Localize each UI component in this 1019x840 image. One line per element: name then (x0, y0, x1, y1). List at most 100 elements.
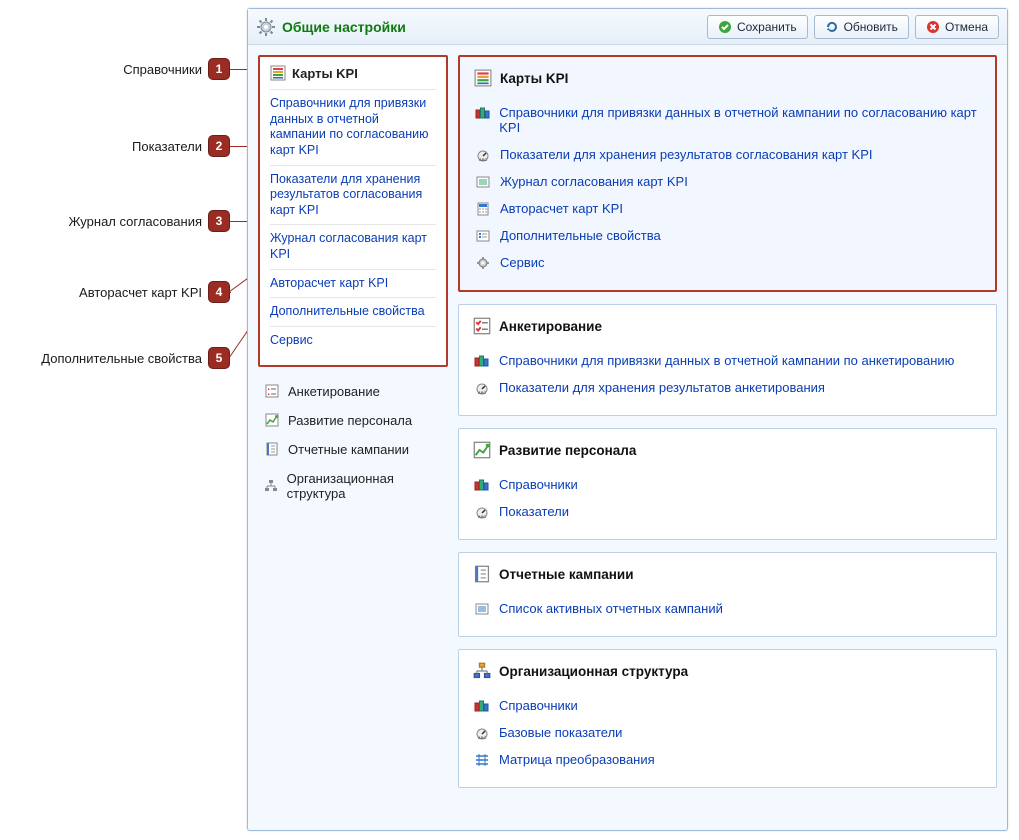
sidebar-expanded-header[interactable]: Карты KPI (270, 65, 436, 81)
panel-header: Анкетирование (473, 317, 982, 335)
kpi-cards-icon (474, 69, 492, 87)
panel-item[interactable]: Список активных отчетных кампаний (473, 595, 982, 622)
annotation-badge: 2 (208, 135, 230, 157)
journal-icon (474, 175, 492, 189)
books-icon (473, 699, 491, 713)
kpi-cards-icon (270, 65, 286, 81)
panel-item[interactable]: Справочники (473, 692, 982, 719)
main-area: Карты KPI Справочники для привязки данны… (458, 55, 997, 820)
panel-development: Развитие персонала Справочники ABCПоказа… (458, 428, 997, 540)
checklist-icon (473, 317, 491, 335)
annotation-badge: 4 (208, 281, 230, 303)
titlebar: Общие настройки Сохранить Обновить Отмен… (248, 9, 1007, 45)
list-icon (473, 602, 491, 616)
window-title: Общие настройки (282, 19, 406, 35)
books-icon (474, 106, 491, 120)
checklist-icon (264, 384, 280, 398)
panel-item[interactable]: ABC Показатели для хранения результатов с… (474, 141, 981, 168)
annotation-label: Показатели (132, 139, 202, 154)
panel-item[interactable]: ABC Показатели (473, 498, 982, 525)
sidebar-item-survey[interactable]: Анкетирование (258, 377, 448, 406)
matrix-icon (473, 753, 491, 767)
annotation-label: Справочники (123, 62, 202, 77)
panel-item-label: Показатели для хранения результатов анке… (499, 380, 825, 395)
svg-text:ABC: ABC (478, 390, 486, 395)
sidebar-item-orgstructure[interactable]: Организационная структура (258, 464, 448, 508)
panel-item[interactable]: Сервис (474, 249, 981, 276)
growth-chart-icon (473, 441, 491, 459)
panel-item-label: Справочники для привязки данных в отчетн… (499, 105, 981, 135)
sidebar-item-label: Организационная структура (287, 471, 442, 501)
calculator-icon (474, 202, 492, 216)
panel-item[interactable]: Справочники для привязки данных в отчетн… (474, 99, 981, 141)
panel-item[interactable]: Справочники (473, 471, 982, 498)
gauge-icon: ABC (474, 148, 492, 162)
panel-item-label: Журнал согласования карт KPI (500, 174, 688, 189)
gear-icon (256, 17, 276, 37)
sidebar-link[interactable]: Справочники для привязки данных в отчетн… (270, 89, 436, 165)
gear-icon (474, 256, 492, 270)
panel-item[interactable]: Журнал согласования карт KPI (474, 168, 981, 195)
annotation-badge: 5 (208, 347, 230, 369)
sidebar-item-label: Развитие персонала (288, 413, 412, 428)
notebook-icon (473, 565, 491, 583)
sidebar-link[interactable]: Авторасчет карт KPI (270, 269, 436, 298)
books-icon (473, 478, 491, 492)
growth-chart-icon (264, 413, 280, 427)
check-circle-icon (718, 20, 732, 34)
refresh-button[interactable]: Обновить (814, 15, 909, 39)
svg-text:ABC: ABC (478, 514, 486, 519)
sidebar-link[interactable]: Сервис (270, 326, 436, 355)
panel-item[interactable]: Матрица преобразования (473, 746, 982, 773)
panel-item-label: Справочники (499, 477, 578, 492)
panel-item-label: Сервис (500, 255, 545, 270)
panel-orgstructure: Организационная структура Справочники AB… (458, 649, 997, 788)
sidebar-item-development[interactable]: Развитие персонала (258, 406, 448, 435)
sidebar-item-reports[interactable]: Отчетные кампании (258, 435, 448, 464)
panel-item-label: Список активных отчетных кампаний (499, 601, 723, 616)
panel-item-label: Справочники (499, 698, 578, 713)
panel-item[interactable]: Авторасчет карт KPI (474, 195, 981, 222)
panel-item-label: Показатели для хранения результатов согл… (500, 147, 873, 162)
panel-item-label: Показатели (499, 504, 569, 519)
sidebar-expanded-kpi: Карты KPI Справочники для привязки данны… (258, 55, 448, 367)
annotation-label: Дополнительные свойства (41, 351, 202, 366)
panel-kpi-cards: Карты KPI Справочники для привязки данны… (458, 55, 997, 292)
sidebar-link[interactable]: Журнал согласования карт KPI (270, 224, 436, 268)
panel-report-campaigns: Отчетные кампании Список активных отчетн… (458, 552, 997, 637)
sidebar-link[interactable]: Дополнительные свойства (270, 297, 436, 326)
save-button[interactable]: Сохранить (707, 15, 808, 39)
panel-item-label: Матрица преобразования (499, 752, 655, 767)
panel-header: Организационная структура (473, 662, 982, 680)
panel-item[interactable]: Дополнительные свойства (474, 222, 981, 249)
panel-header: Отчетные кампании (473, 565, 982, 583)
org-chart-icon (473, 662, 491, 680)
annotation-badge: 3 (208, 210, 230, 232)
panel-item-label: Справочники для привязки данных в отчетн… (499, 353, 954, 368)
panel-header: Карты KPI (474, 69, 981, 87)
books-icon (473, 354, 491, 368)
gauge-icon: ABC (473, 726, 491, 740)
sidebar-item-label: Анкетирование (288, 384, 380, 399)
gauge-icon: ABC (473, 381, 491, 395)
notebook-icon (264, 442, 280, 456)
sidebar-link[interactable]: Показатели для хранения результатов согл… (270, 165, 436, 225)
gauge-icon: ABC (473, 505, 491, 519)
svg-text:ABC: ABC (479, 157, 487, 162)
panel-item-label: Авторасчет карт KPI (500, 201, 623, 216)
panel-item[interactable]: Справочники для привязки данных в отчетн… (473, 347, 982, 374)
sidebar: Карты KPI Справочники для привязки данны… (258, 55, 448, 820)
panel-survey: Анкетирование Справочники для привязки д… (458, 304, 997, 416)
annotation-layer: Справочники 1 Показатели 2 Журнал соглас… (0, 0, 250, 840)
org-chart-icon (264, 479, 279, 493)
refresh-icon (825, 20, 839, 34)
settings-window: Общие настройки Сохранить Обновить Отмен… (247, 8, 1008, 831)
panel-item[interactable]: ABC Базовые показатели (473, 719, 982, 746)
sidebar-item-label: Отчетные кампании (288, 442, 409, 457)
annotation-badge: 1 (208, 58, 230, 80)
properties-icon (474, 229, 492, 243)
annotation-label: Авторасчет карт KPI (79, 285, 202, 300)
cancel-button[interactable]: Отмена (915, 15, 999, 39)
panel-item-label: Базовые показатели (499, 725, 622, 740)
panel-item[interactable]: ABC Показатели для хранения результатов а… (473, 374, 982, 401)
